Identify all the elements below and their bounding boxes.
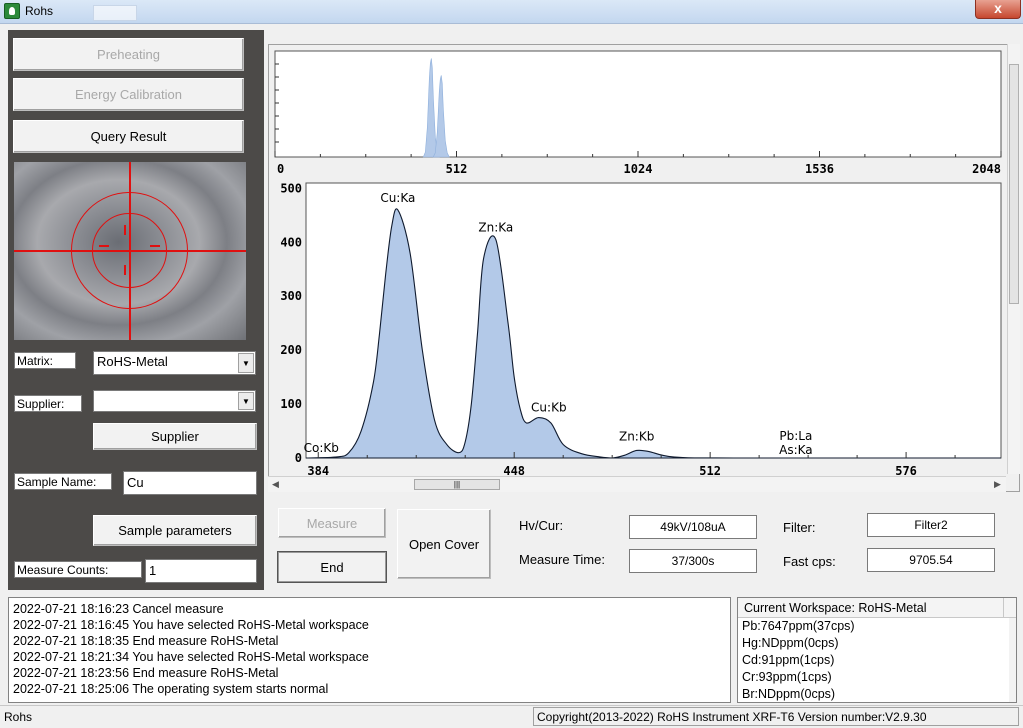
energy-calibration-button[interactable]: Energy Calibration xyxy=(13,78,244,111)
camera-preview xyxy=(14,162,246,340)
log-line: 2022-07-21 18:25:06 The operating system… xyxy=(13,682,329,696)
zoom-y-tick-label: 0 xyxy=(295,451,302,465)
sample-parameters-button[interactable]: Sample parameters xyxy=(93,515,257,546)
column-separator xyxy=(1003,598,1004,618)
crosshair-tick xyxy=(124,265,126,275)
measure-time-label: Measure Time: xyxy=(519,552,605,567)
peak-annotation: Cu:Ka xyxy=(380,191,415,205)
workspace-scrollbar[interactable] xyxy=(1009,618,1016,702)
zoom-y-tick-label: 400 xyxy=(280,235,302,249)
measure-counts-input[interactable]: 1 xyxy=(145,559,257,583)
measure-time-value: 37/300s xyxy=(629,549,757,573)
result-item: Cd:91ppm(1cps) xyxy=(742,653,835,667)
measure-button[interactable]: Measure xyxy=(278,508,386,538)
sample-name-input[interactable]: Cu xyxy=(123,471,257,495)
hv-cur-label: Hv/Cur: xyxy=(519,518,564,533)
supplier-button[interactable]: Supplier xyxy=(93,423,257,450)
zoom-y-tick-label: 300 xyxy=(280,289,302,303)
hv-cur-value: 49kV/108uA xyxy=(629,515,757,539)
fast-cps-value: 9705.54 xyxy=(867,548,995,572)
window-title: Rohs xyxy=(25,4,54,18)
sample-name-label: Sample Name: xyxy=(14,473,112,490)
peak-annotation: Co:Kb xyxy=(304,441,339,455)
supplier-label: Supplier: xyxy=(14,395,82,412)
log-line: 2022-07-21 18:16:23 Cancel measure xyxy=(13,602,224,616)
overview-plot-area xyxy=(274,50,1002,158)
matrix-select-value: RoHS-Metal xyxy=(97,354,168,369)
fast-cps-label: Fast cps: xyxy=(783,554,836,569)
filter-value: Filter2 xyxy=(867,513,995,537)
query-result-button[interactable]: Query Result xyxy=(13,120,244,153)
open-cover-button[interactable]: Open Cover xyxy=(397,509,491,579)
chevron-down-icon[interactable]: ▼ xyxy=(238,392,254,410)
measure-counts-label: Measure Counts: xyxy=(14,561,142,578)
matrix-select[interactable]: RoHS-Metal ▼ xyxy=(93,351,256,375)
log-line: 2022-07-21 18:16:45 You have selected Ro… xyxy=(13,618,369,632)
crosshair-tick xyxy=(150,245,160,247)
status-copyright: Copyright(2013-2022) RoHS Instrument XRF… xyxy=(533,707,1019,726)
overview-x-tick-label: 1024 xyxy=(624,162,653,175)
title-bar-field xyxy=(93,5,137,21)
app-logo-icon xyxy=(4,3,20,19)
peak-annotation: As:Ka xyxy=(779,443,813,457)
workspace-header-label: Current Workspace: RoHS-Metal xyxy=(744,601,927,615)
crosshair-inner-ring xyxy=(92,213,167,288)
horizontal-scrollbar[interactable]: ◀ ||| ▶ xyxy=(268,476,1006,492)
scroll-left-arrow-icon[interactable]: ◀ xyxy=(272,479,279,490)
crosshair-tick xyxy=(124,225,126,235)
end-button[interactable]: End xyxy=(277,551,387,583)
supplier-select[interactable]: ▼ xyxy=(93,390,256,412)
workspace-header[interactable]: Current Workspace: RoHS-Metal xyxy=(738,598,1016,618)
result-item: Cr:93ppm(1cps) xyxy=(742,670,832,684)
workspace-results[interactable]: Current Workspace: RoHS-Metal Pb:7647ppm… xyxy=(737,597,1017,703)
peak-annotation: Pb:La xyxy=(779,429,812,443)
peak-annotation: Zn:Ka xyxy=(478,221,513,235)
result-item: Br:NDppm(0cps) xyxy=(742,687,836,701)
log-line: 2022-07-21 18:21:34 You have selected Ro… xyxy=(13,650,369,664)
matrix-label: Matrix: xyxy=(14,352,76,369)
chevron-down-icon[interactable]: ▼ xyxy=(238,353,254,373)
filter-label: Filter: xyxy=(783,520,816,535)
zoom-y-tick-label: 500 xyxy=(280,181,302,195)
overview-x-tick-label: 0 xyxy=(277,162,284,175)
peak-annotation: Zn:Kb xyxy=(619,429,654,443)
overview-x-tick-label: 2048 xyxy=(972,162,1001,175)
overview-x-tick-label: 1536 xyxy=(805,162,834,175)
result-item: Pb:7647ppm(37cps) xyxy=(742,619,855,633)
scroll-right-arrow-icon[interactable]: ▶ xyxy=(994,479,1001,490)
peak-annotation: Cu:Kb xyxy=(531,401,567,415)
zoom-y-tick-label: 200 xyxy=(280,343,302,357)
crosshair-tick xyxy=(99,245,109,247)
vertical-scroll-thumb[interactable] xyxy=(1009,64,1019,304)
result-item: Hg:NDppm(0cps) xyxy=(742,636,839,650)
preheating-button[interactable]: Preheating xyxy=(13,38,244,71)
log-line: 2022-07-21 18:23:56 End measure RoHS-Met… xyxy=(13,666,279,680)
status-bar: Rohs Copyright(2013-2022) RoHS Instrumen… xyxy=(0,705,1023,728)
status-app-name: Rohs xyxy=(4,710,33,724)
zoom-spectrum-chart: 5004003002001000 384 448 512 576 Cu:KaZn:Ka… xyxy=(280,181,1002,478)
left-panel: Preheating Energy Calibration Query Resu… xyxy=(8,30,264,590)
log-line: 2022-07-21 18:18:35 End measure RoHS-Met… xyxy=(13,634,279,648)
spectrum-panel: 0 512 1024 1536 2048 500 400 300 200 100 0 384 448… xyxy=(268,44,1020,492)
vertical-scrollbar[interactable] xyxy=(1007,44,1020,474)
close-button[interactable]: x xyxy=(975,0,1021,19)
title-bar: Rohs x xyxy=(0,0,1023,24)
message-log[interactable]: 2022-07-21 18:16:23 Cancel measure 2022-… xyxy=(8,597,731,703)
overview-spectrum-chart: 0 512 1024 1536 2048 xyxy=(274,50,1002,175)
overview-x-tick-label: 512 xyxy=(446,162,468,175)
zoom-y-tick-label: 100 xyxy=(280,397,302,411)
horizontal-scroll-thumb[interactable]: ||| xyxy=(414,479,500,490)
